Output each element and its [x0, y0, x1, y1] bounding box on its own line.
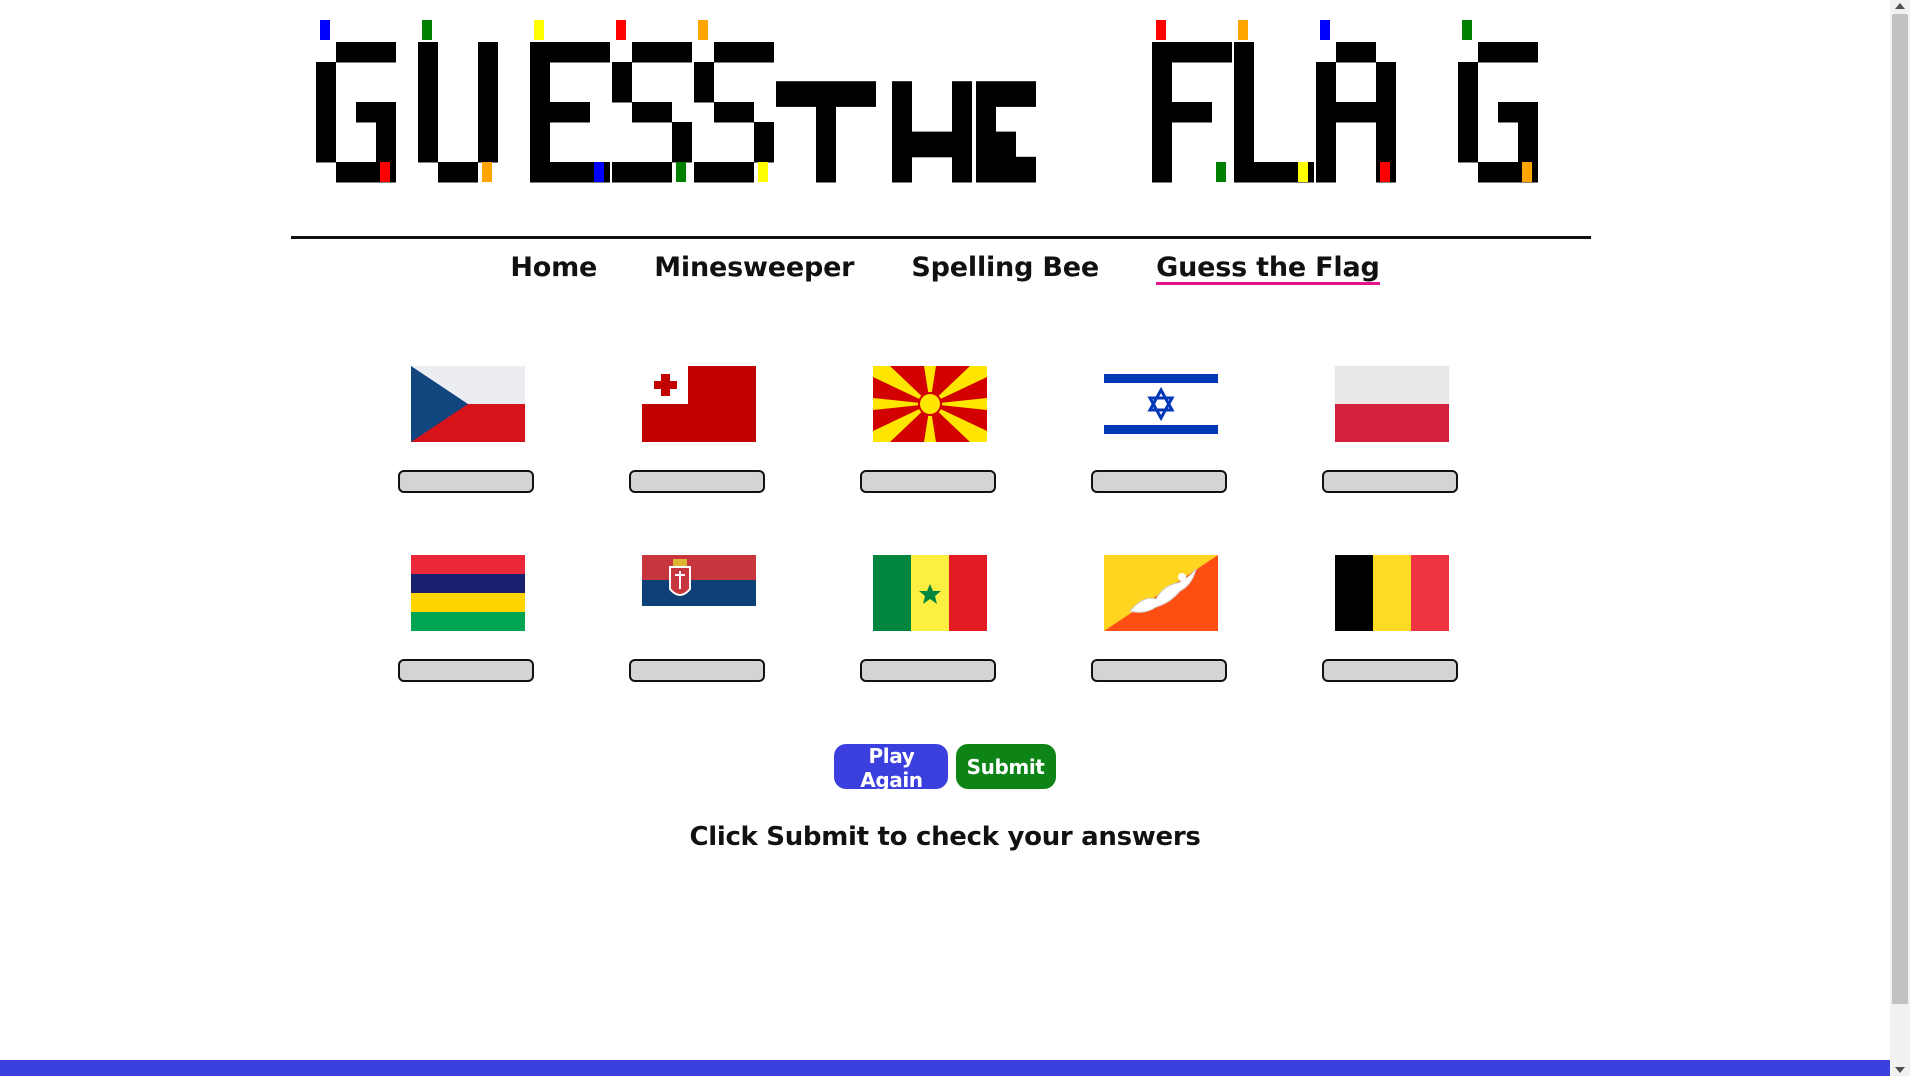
flag-answer-input[interactable] [1091, 470, 1227, 493]
nav-guess-the-flag[interactable]: Guess the Flag [1156, 246, 1380, 290]
nav-spelling-bee[interactable]: Spelling Bee [911, 246, 1099, 290]
flag-answer-input[interactable] [629, 470, 765, 493]
tonga-flag-icon [642, 366, 756, 442]
mauritius-flag-icon [411, 555, 525, 631]
czech-republic-flag-icon [411, 366, 525, 442]
status-message: Click Submit to check your answers [689, 822, 1201, 852]
flag-card [860, 549, 1000, 699]
nav-minesweeper[interactable]: Minesweeper [654, 246, 854, 290]
flag-card [1091, 360, 1231, 510]
game-controls: Play Again Submit [0, 744, 1890, 792]
footer-bar [0, 1060, 1890, 1076]
page: Home Minesweeper Spelling Bee Guess the … [0, 0, 1890, 1060]
flag-card [1091, 549, 1231, 699]
flag-card [398, 549, 538, 699]
belgium-flag-icon [1335, 555, 1449, 631]
scroll-up-icon[interactable] [1895, 3, 1905, 9]
guess-the-flag-logo [316, 20, 1568, 202]
flag-answer-input[interactable] [1322, 659, 1458, 682]
scroll-down-icon[interactable] [1895, 1067, 1905, 1073]
nav-home[interactable]: Home [510, 246, 597, 290]
flag-answer-input[interactable] [1322, 470, 1458, 493]
north-macedonia-flag-icon [873, 366, 987, 442]
flag-answer-input[interactable] [398, 659, 534, 682]
flag-answer-input[interactable] [398, 470, 534, 493]
flag-card [629, 360, 769, 510]
flag-card [1322, 549, 1462, 699]
senegal-flag-icon [873, 555, 987, 631]
flag-answer-input[interactable] [860, 659, 996, 682]
flag-card [629, 549, 769, 699]
flag-answer-input[interactable] [860, 470, 996, 493]
vertical-scrollbar[interactable] [1890, 0, 1910, 1076]
bhutan-flag-icon [1104, 555, 1218, 631]
scrollbar-thumb[interactable] [1892, 14, 1908, 1004]
flag-card [860, 360, 1000, 510]
flag-card [1322, 360, 1462, 510]
header-divider [291, 236, 1591, 239]
flag-card [398, 360, 538, 510]
israel-flag-icon [1104, 366, 1218, 442]
flag-answer-input[interactable] [629, 659, 765, 682]
poland-flag-icon [1335, 366, 1449, 442]
serbia-flag-icon [642, 555, 756, 631]
play-again-button[interactable]: Play Again [834, 744, 949, 792]
main-nav: Home Minesweeper Spelling Bee Guess the … [0, 246, 1890, 290]
flag-answer-input[interactable] [1091, 659, 1227, 682]
submit-button[interactable]: Submit [955, 744, 1056, 789]
